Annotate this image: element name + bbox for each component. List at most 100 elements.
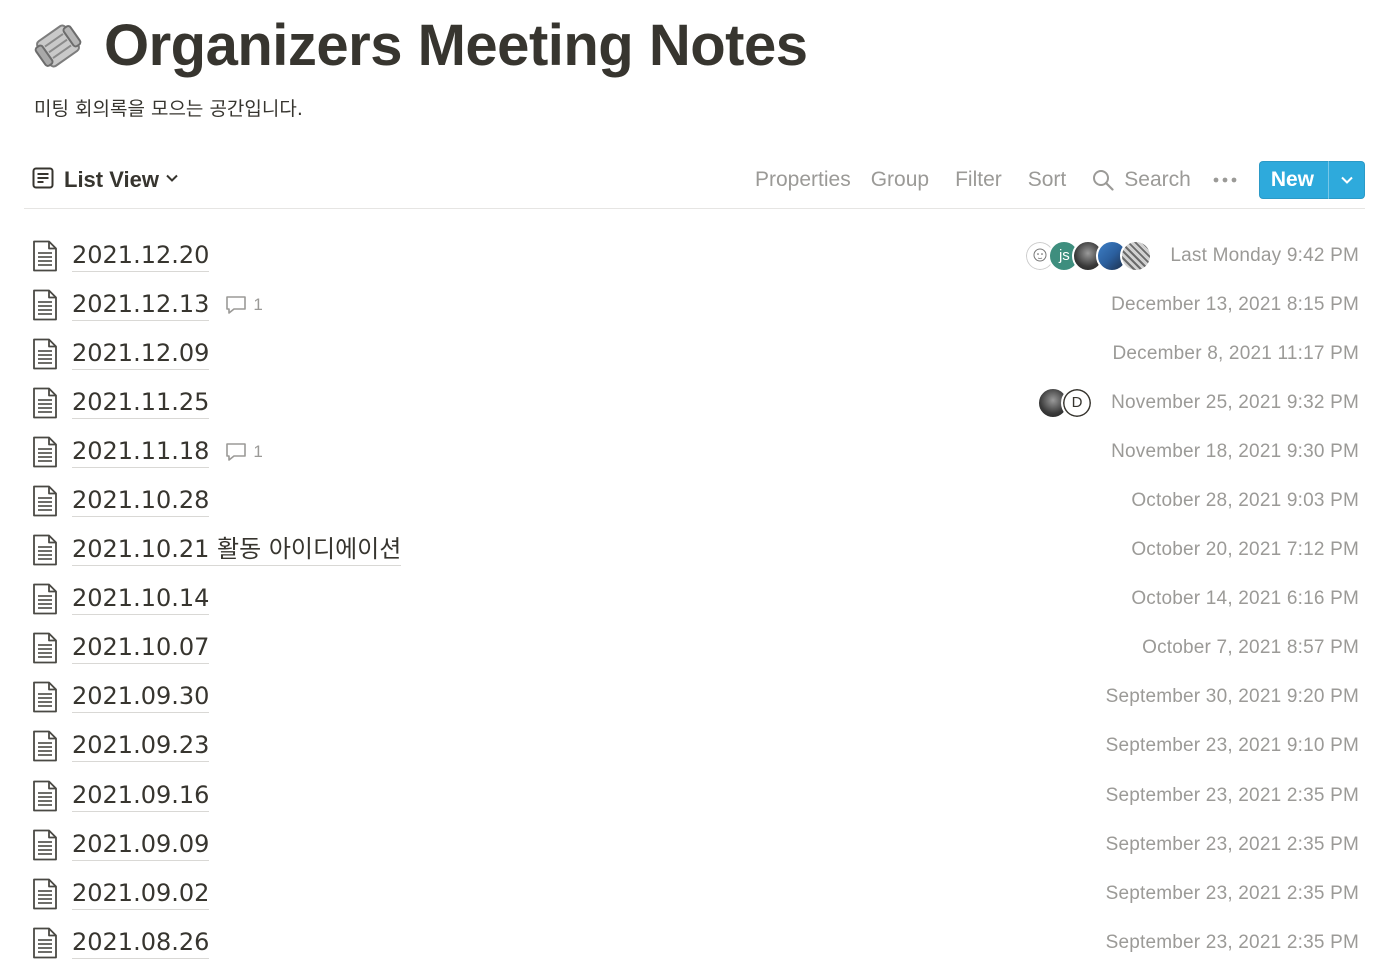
list-item[interactable]: 2021.11.18 1 November 18, 2021 9:30 PM bbox=[24, 427, 1365, 476]
page-link-title[interactable]: 2021.09.16 bbox=[72, 780, 210, 812]
document-icon bbox=[30, 338, 60, 370]
document-icon bbox=[30, 927, 60, 959]
list-item[interactable]: 2021.10.21 활동 아이디에이션 October 20, 2021 7:1… bbox=[24, 526, 1365, 575]
page-list: 2021.12.20 js Last Monday 9:42 PM 2021.12.1… bbox=[24, 231, 1365, 967]
list-item[interactable]: 2021.09.23 September 23, 2021 9:10 PM bbox=[24, 722, 1365, 771]
editor-avatars[interactable]: js bbox=[1024, 239, 1153, 272]
page-link-title[interactable]: 2021.12.20 bbox=[72, 240, 210, 272]
last-edited-time: September 23, 2021 2:35 PM bbox=[1105, 931, 1359, 953]
avatar-pattern bbox=[1120, 239, 1153, 272]
last-edited-time: November 25, 2021 9:32 PM bbox=[1111, 391, 1359, 413]
document-icon bbox=[30, 240, 60, 272]
page-link-title[interactable]: 2021.12.13 bbox=[72, 289, 210, 321]
list-item[interactable]: 2021.12.09 December 8, 2021 11:17 PM bbox=[24, 329, 1365, 378]
group-button[interactable]: Group bbox=[871, 168, 929, 192]
page-link-title[interactable]: 2021.08.26 bbox=[72, 927, 210, 959]
row-meta: js Last Monday 9:42 PM bbox=[1024, 231, 1359, 280]
editor-avatars[interactable]: D bbox=[1037, 386, 1094, 419]
avatar-d: D bbox=[1061, 386, 1094, 419]
list-view-icon bbox=[32, 167, 54, 194]
row-meta: December 13, 2021 8:15 PM bbox=[1111, 280, 1359, 329]
page-link-title[interactable]: 2021.09.23 bbox=[72, 730, 210, 763]
document-icon bbox=[30, 534, 60, 566]
list-item[interactable]: 2021.10.14 October 14, 2021 6:16 PM bbox=[24, 575, 1365, 624]
more-dots-icon bbox=[1213, 176, 1237, 184]
comment-icon bbox=[225, 442, 247, 462]
comment-number: 1 bbox=[253, 441, 263, 461]
document-icon bbox=[30, 878, 60, 910]
new-template-dropdown[interactable] bbox=[1328, 161, 1365, 199]
page-link-title[interactable]: 2021.09.09 bbox=[72, 829, 210, 861]
view-switcher[interactable]: List View bbox=[32, 167, 179, 194]
toolbar-actions: Properties Group Filter Sort Search New bbox=[755, 160, 1365, 200]
document-icon bbox=[30, 436, 60, 468]
page-link-title[interactable]: 2021.11.18 bbox=[72, 436, 210, 468]
last-edited-time: Last Monday 9:42 PM bbox=[1170, 244, 1359, 266]
page-link-title[interactable]: 2021.09.02 bbox=[72, 878, 210, 910]
comment-count[interactable]: 1 bbox=[225, 294, 263, 315]
last-edited-time: October 28, 2021 9:03 PM bbox=[1131, 490, 1359, 512]
row-meta: September 23, 2021 2:35 PM bbox=[1106, 771, 1359, 820]
properties-button[interactable]: Properties bbox=[755, 168, 851, 192]
row-meta: September 23, 2021 2:35 PM bbox=[1106, 820, 1359, 869]
list-item[interactable]: 2021.09.09 September 23, 2021 2:35 PM bbox=[24, 820, 1365, 869]
list-item[interactable]: 2021.09.30 September 30, 2021 9:20 PM bbox=[24, 673, 1365, 722]
document-icon bbox=[30, 780, 60, 812]
chevron-down-icon bbox=[1340, 173, 1354, 187]
document-icon bbox=[30, 485, 60, 517]
row-meta: September 23, 2021 2:35 PM bbox=[1106, 869, 1359, 918]
row-meta: October 14, 2021 6:16 PM bbox=[1131, 575, 1359, 624]
document-icon bbox=[30, 583, 60, 615]
new-button[interactable]: New bbox=[1259, 161, 1328, 199]
chevron-down-icon bbox=[165, 171, 179, 190]
last-edited-time: November 18, 2021 9:30 PM bbox=[1111, 440, 1359, 462]
list-item[interactable]: 2021.09.02 September 23, 2021 2:35 PM bbox=[24, 869, 1365, 918]
list-item[interactable]: 2021.11.25 D November 25, 2021 9:32 PM bbox=[24, 378, 1365, 427]
last-edited-time: October 14, 2021 6:16 PM bbox=[1131, 588, 1359, 610]
list-item[interactable]: 2021.08.26 September 23, 2021 2:35 PM bbox=[24, 918, 1365, 967]
page-link-title[interactable]: 2021.11.25 bbox=[72, 387, 210, 419]
row-meta: December 8, 2021 11:17 PM bbox=[1112, 329, 1359, 378]
comment-count[interactable]: 1 bbox=[225, 441, 263, 462]
row-meta: September 23, 2021 9:10 PM bbox=[1106, 722, 1359, 771]
more-options-button[interactable] bbox=[1213, 176, 1237, 184]
filter-button[interactable]: Filter bbox=[955, 168, 1002, 192]
last-edited-time: September 23, 2021 9:10 PM bbox=[1105, 735, 1359, 757]
title-row: Organizers Meeting Notes bbox=[28, 10, 1368, 82]
row-meta: September 30, 2021 9:20 PM bbox=[1106, 673, 1359, 722]
last-edited-time: September 23, 2021 2:35 PM bbox=[1105, 784, 1359, 806]
last-edited-time: September 23, 2021 2:35 PM bbox=[1105, 882, 1359, 904]
search-button[interactable]: Search bbox=[1092, 168, 1191, 192]
search-icon bbox=[1092, 169, 1114, 191]
list-item[interactable]: 2021.10.07 October 7, 2021 8:57 PM bbox=[24, 624, 1365, 673]
document-icon bbox=[30, 829, 60, 861]
new-button-group: New bbox=[1258, 161, 1365, 199]
comment-number: 1 bbox=[253, 294, 263, 314]
comment-icon bbox=[225, 295, 247, 315]
rolled-newspaper-icon[interactable] bbox=[28, 16, 88, 76]
document-icon bbox=[30, 730, 60, 762]
last-edited-time: December 8, 2021 11:17 PM bbox=[1112, 342, 1359, 364]
sort-button[interactable]: Sort bbox=[1028, 168, 1067, 192]
page-link-title[interactable]: 2021.12.09 bbox=[72, 338, 210, 370]
list-item[interactable]: 2021.10.28 October 28, 2021 9:03 PM bbox=[24, 476, 1365, 525]
page-link-title[interactable]: 2021.10.28 bbox=[72, 485, 210, 518]
database-toolbar: List View Properties Group Filter Sort S… bbox=[24, 152, 1365, 209]
page-link-title[interactable]: 2021.10.07 bbox=[72, 632, 210, 665]
last-edited-time: September 30, 2021 9:20 PM bbox=[1105, 686, 1359, 708]
document-icon bbox=[30, 632, 60, 664]
list-item[interactable]: 2021.12.13 1 December 13, 2021 8:15 PM bbox=[24, 280, 1365, 329]
document-icon bbox=[30, 289, 60, 321]
last-edited-time: October 7, 2021 8:57 PM bbox=[1142, 637, 1359, 659]
page-header: Organizers Meeting Notes 미팅 회의록을 모으는 공간입… bbox=[28, 10, 1368, 121]
search-label: Search bbox=[1124, 168, 1191, 191]
page-title[interactable]: Organizers Meeting Notes bbox=[104, 10, 808, 82]
page-link-title[interactable]: 2021.10.21 활동 아이디에이션 bbox=[72, 534, 402, 567]
last-edited-time: December 13, 2021 8:15 PM bbox=[1111, 293, 1359, 315]
page-link-title[interactable]: 2021.09.30 bbox=[72, 681, 210, 714]
row-meta: October 28, 2021 9:03 PM bbox=[1131, 476, 1359, 525]
list-item[interactable]: 2021.12.20 js Last Monday 9:42 PM bbox=[24, 231, 1365, 280]
page-link-title[interactable]: 2021.10.14 bbox=[72, 583, 210, 616]
list-item[interactable]: 2021.09.16 September 23, 2021 2:35 PM bbox=[24, 771, 1365, 820]
page-description[interactable]: 미팅 회의록을 모으는 공간입니다. bbox=[34, 94, 1368, 121]
